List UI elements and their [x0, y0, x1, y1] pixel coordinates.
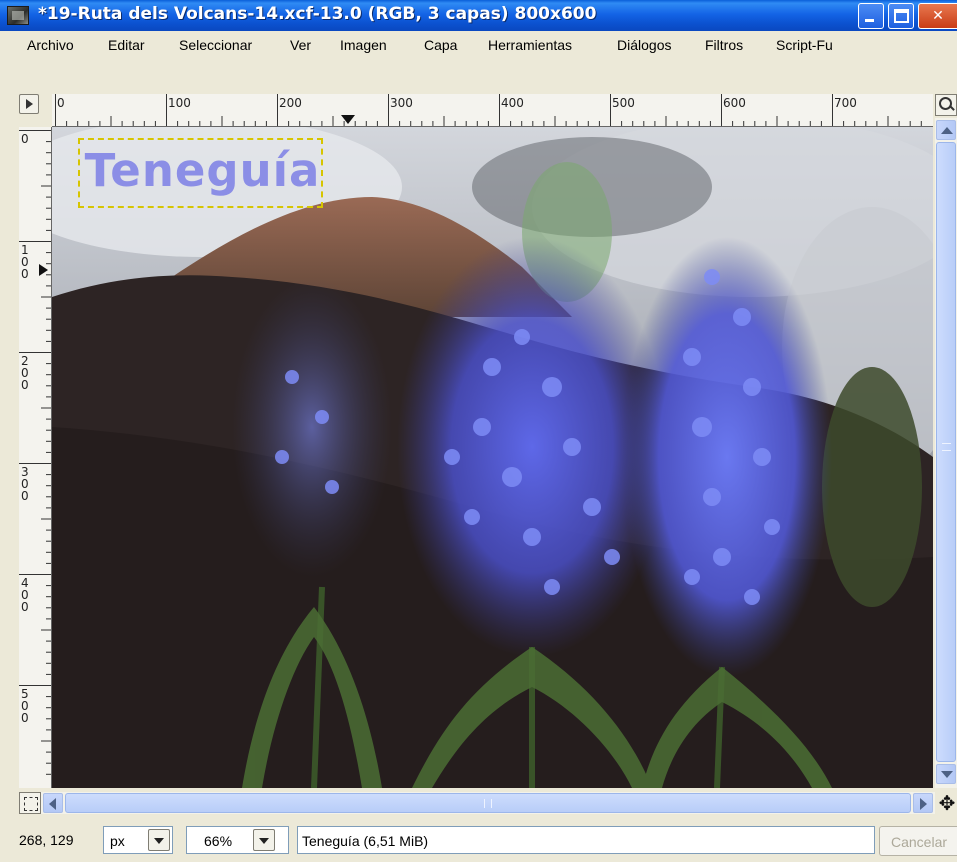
vruler-label-300: 300: [21, 465, 29, 503]
scroll-right-button[interactable]: [913, 793, 933, 813]
hruler-label: 100: [168, 96, 191, 110]
hruler-label: 500: [612, 96, 635, 110]
scroll-down-button[interactable]: [936, 764, 956, 784]
hruler-label: 0: [57, 96, 65, 110]
zoom-to-fit-button[interactable]: [935, 94, 957, 116]
vruler-label-100: 100: [21, 243, 29, 281]
menu-script-fu[interactable]: Script-Fu: [776, 37, 833, 53]
hruler-pointer-marker: [341, 115, 355, 124]
zoom-select[interactable]: 66%: [186, 826, 289, 854]
window-title: *19-Ruta dels Volcans-14.xcf-13.0 (RGB, …: [38, 4, 597, 24]
menu-herramientas[interactable]: Herramientas: [488, 37, 572, 53]
close-icon: ✕: [932, 8, 944, 24]
title-bar: *19-Ruta dels Volcans-14.xcf-13.0 (RGB, …: [0, 0, 957, 31]
vruler-label-500: 500: [21, 687, 29, 725]
grip-icon: [942, 443, 951, 451]
photo-composite: [52, 127, 933, 788]
hruler-label: 400: [501, 96, 524, 110]
chevron-down-icon[interactable]: [148, 829, 170, 851]
hruler-label: 700: [834, 96, 857, 110]
navigation-button[interactable]: [19, 792, 41, 814]
cancel-label: Cancelar: [890, 834, 948, 850]
app-icon[interactable]: [7, 6, 29, 25]
vruler-label: 0: [21, 132, 29, 146]
horizontal-scrollbar[interactable]: [41, 792, 935, 814]
vertical-scrollbar[interactable]: [935, 118, 957, 788]
menu-filtros[interactable]: Filtros: [705, 37, 743, 53]
unit-select[interactable]: px: [103, 826, 173, 854]
status-message-text: Teneguía (6,51 MiB): [302, 833, 429, 849]
menu-capa[interactable]: Capa: [424, 37, 457, 53]
scroll-left-button[interactable]: [43, 793, 63, 813]
menu-editar[interactable]: Editar: [108, 37, 145, 53]
scroll-up-button[interactable]: [936, 120, 956, 140]
minimize-icon: [865, 19, 874, 22]
status-bar: 268, 129 px 66% Teneguía (6,51 MiB) Canc…: [0, 818, 957, 862]
chevron-down-icon[interactable]: [253, 829, 275, 851]
vertical-ruler-ticks: 0 100 200 300 400 500: [19, 130, 51, 775]
menu-bar: Archivo Editar Seleccionar Ver Imagen Ca…: [0, 31, 957, 59]
vruler-label-200: 200: [21, 354, 29, 392]
pointer-coordinates: 268, 129: [19, 832, 74, 848]
vruler-pointer-marker: [39, 264, 48, 276]
maximize-button[interactable]: [888, 3, 914, 29]
minimize-button[interactable]: [858, 3, 884, 29]
menu-seleccionar[interactable]: Seleccionar: [179, 37, 252, 53]
menu-ver[interactable]: Ver: [290, 37, 311, 53]
gimp-image-window: *19-Ruta dels Volcans-14.xcf-13.0 (RGB, …: [0, 0, 957, 862]
menu-archivo[interactable]: Archivo: [27, 37, 74, 53]
close-button[interactable]: ✕: [918, 3, 957, 29]
maximize-icon: [894, 9, 909, 23]
image-canvas[interactable]: Teneguía: [52, 127, 933, 788]
cancel-button[interactable]: Cancelar: [879, 826, 957, 856]
hruler-label: 200: [279, 96, 302, 110]
zoom-value: 66%: [204, 833, 233, 849]
horizontal-ruler[interactable]: 0 100 200 300 400 500 600 700: [52, 94, 933, 127]
hruler-label: 600: [723, 96, 746, 110]
move-icon[interactable]: ✥: [937, 792, 957, 814]
vertical-ruler[interactable]: 0 100 200 300 400 500: [19, 127, 52, 788]
horizontal-ruler-ticks: 0 100 200 300 400 500 600 700: [55, 94, 922, 126]
quick-mask-toggle-button[interactable]: [19, 94, 39, 114]
menu-dialogos[interactable]: Diálogos: [617, 37, 671, 53]
horizontal-scroll-thumb[interactable]: [65, 793, 911, 813]
vruler-stacked-labels: 100 200 300 400 500: [21, 243, 29, 725]
grip-icon: [484, 799, 492, 808]
vruler-label-400: 400: [21, 576, 29, 614]
text-layer-selection[interactable]: Teneguía: [78, 138, 323, 208]
vertical-scroll-thumb[interactable]: [936, 142, 956, 762]
status-message: Teneguía (6,51 MiB): [297, 826, 875, 854]
hruler-label: 300: [390, 96, 413, 110]
menu-imagen[interactable]: Imagen: [340, 37, 387, 53]
text-layer-text: Teneguía: [84, 144, 321, 197]
unit-value: px: [110, 833, 125, 849]
